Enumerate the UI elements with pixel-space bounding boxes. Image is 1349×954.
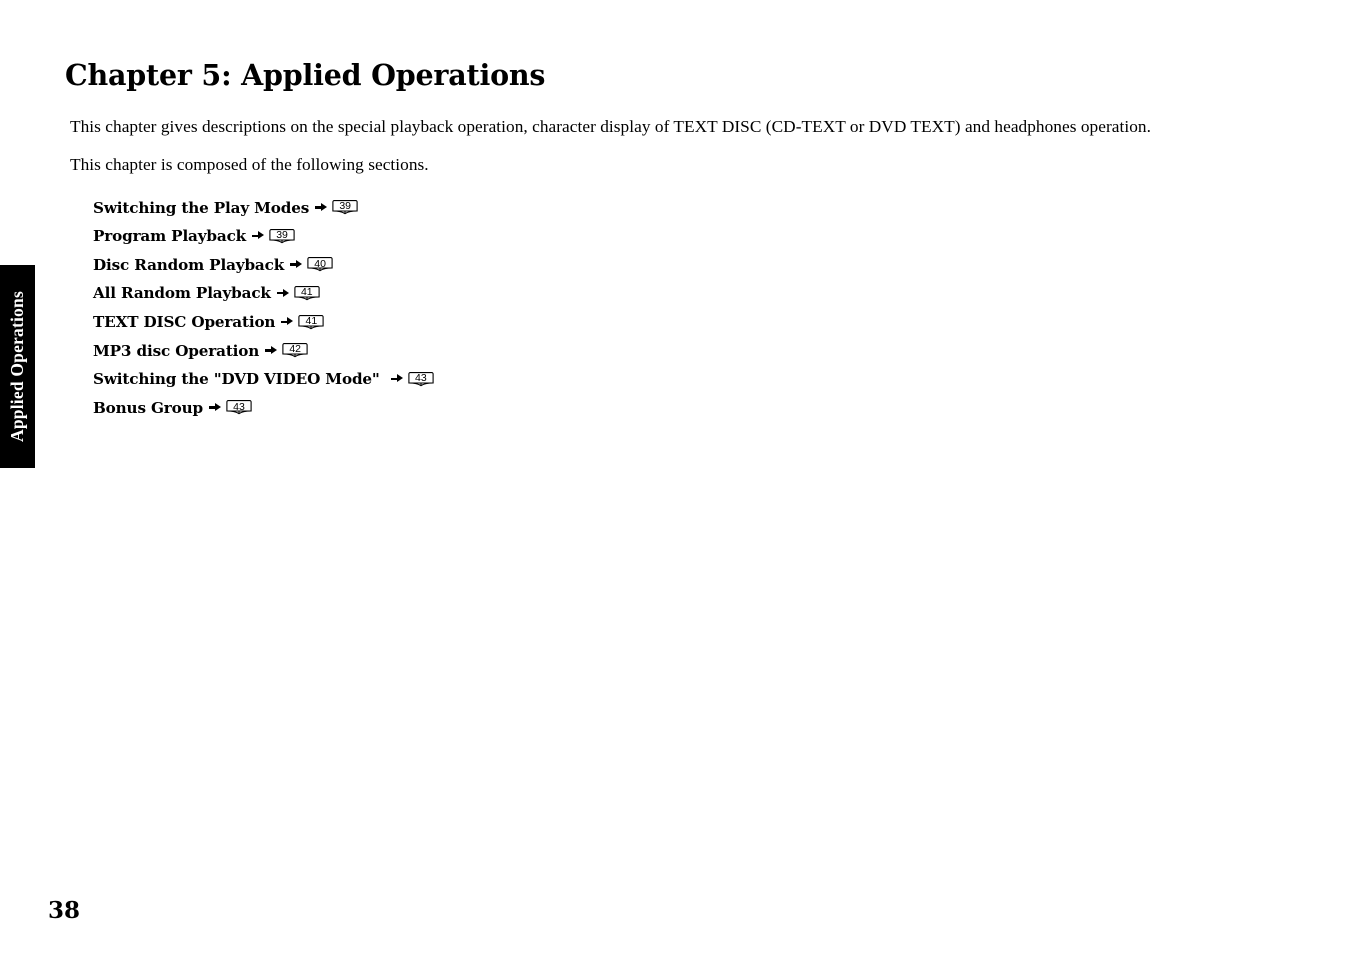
open-book-icon: 41	[298, 314, 324, 331]
arrow-right-icon	[252, 231, 265, 242]
section-link-label: Program Playback	[93, 227, 247, 246]
intro-paragraph-2: This chapter is composed of the followin…	[70, 155, 429, 175]
page-title: Chapter 5: Applied Operations	[65, 58, 546, 92]
open-book-icon: 42	[282, 342, 308, 359]
arrow-right-icon	[265, 345, 278, 356]
open-book-icon: 39	[269, 228, 295, 245]
page-reference-number: 42	[289, 343, 302, 356]
section-link-label: Bonus Group	[93, 398, 204, 417]
section-link-label: All Random Playback	[93, 284, 271, 303]
page-reference-number: 39	[339, 200, 352, 213]
arrow-right-icon	[315, 202, 328, 213]
document-page: Applied Operations Chapter 5: Applied Op…	[0, 0, 1349, 954]
page-reference-number: 39	[276, 229, 288, 242]
arrow-right-icon	[390, 374, 404, 385]
page-reference-number: 43	[414, 371, 427, 384]
arrow-right-icon	[290, 259, 303, 270]
section-link-item[interactable]: All Random Playback 41	[93, 279, 1265, 308]
section-link-label: Switching the "DVD VIDEO Mode"	[93, 370, 385, 389]
open-book-icon: 40	[307, 256, 333, 273]
section-link-item[interactable]: Switching the Play Modes 39	[93, 193, 1265, 222]
section-link-item[interactable]: MP3 disc Operation 42	[93, 336, 1265, 365]
intro-paragraph-1: This chapter gives descriptions on the s…	[70, 117, 1151, 137]
section-link-item[interactable]: TEXT DISC Operation 41	[93, 308, 1265, 337]
section-link-list: Switching the Play Modes 39 Program Playba…	[65, 193, 1265, 422]
page-reference-number: 41	[305, 314, 318, 327]
page-reference-number: 40	[314, 257, 326, 270]
page-reference-number: 43	[233, 400, 245, 413]
page-number: 38	[48, 897, 81, 924]
section-link-item[interactable]: Bonus Group 43	[93, 394, 1265, 423]
page-reference-number: 41	[300, 286, 313, 299]
section-link-item[interactable]: Program Playback 39	[93, 222, 1265, 251]
chapter-side-tab: Applied Operations	[0, 265, 35, 468]
page-content: Chapter 5: Applied Operations This chapt…	[65, 58, 1265, 422]
arrow-right-icon	[209, 402, 222, 413]
chapter-side-tab-label: Applied Operations	[7, 291, 28, 442]
arrow-right-icon	[276, 288, 290, 299]
section-link-label: TEXT DISC Operation	[93, 313, 276, 332]
arrow-right-icon	[281, 317, 294, 328]
section-link-label: Switching the Play Modes	[93, 198, 310, 217]
open-book-icon: 43	[408, 371, 434, 388]
section-link-label: MP3 disc Operation	[93, 341, 260, 360]
chapter-intro: This chapter gives descriptions on the s…	[70, 113, 1265, 179]
open-book-icon: 43	[226, 399, 252, 416]
open-book-icon: 41	[294, 285, 320, 302]
open-book-icon: 39	[332, 199, 358, 216]
section-link-label: Disc Random Playback	[93, 255, 285, 274]
section-link-item[interactable]: Switching the "DVD VIDEO Mode" 43	[93, 365, 1265, 394]
section-link-item[interactable]: Disc Random Playback 40	[93, 251, 1265, 280]
